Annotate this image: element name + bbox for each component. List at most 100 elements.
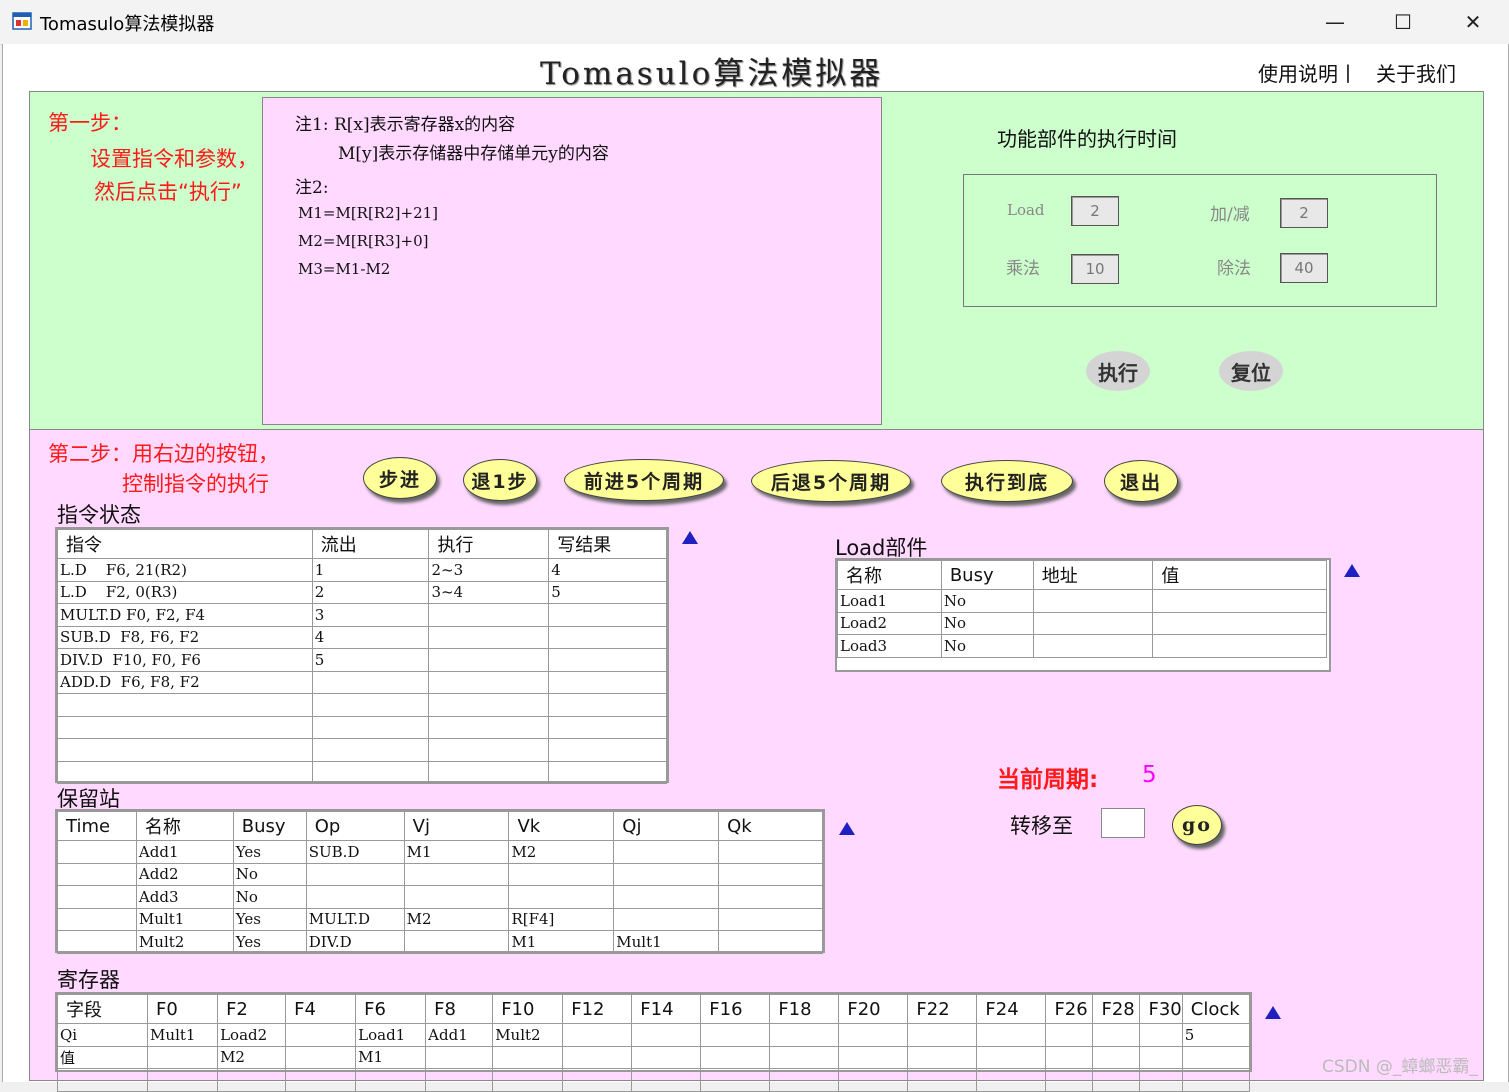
table-cell[interactable] xyxy=(548,648,667,672)
table-cell[interactable] xyxy=(1092,1068,1141,1092)
table-cell[interactable] xyxy=(631,1068,702,1092)
table-cell[interactable]: 4 xyxy=(311,625,430,649)
table-cell[interactable] xyxy=(311,715,430,739)
load-unit-grid[interactable]: 名称 Busy 地址值 Load1 No Load2 No Load3 No xyxy=(835,558,1331,672)
table-cell[interactable] xyxy=(217,1068,287,1092)
register-row[interactable] xyxy=(56,1068,1251,1092)
table-cell[interactable] xyxy=(305,862,405,886)
table-cell[interactable]: MULT.D F0, F2, F4 xyxy=(57,603,313,627)
column-header[interactable]: F28 xyxy=(1092,994,1141,1024)
column-header[interactable]: 名称 xyxy=(135,811,234,841)
reset-button[interactable]: 复位 xyxy=(1219,351,1283,391)
table-cell[interactable] xyxy=(428,693,550,717)
table-cell[interactable] xyxy=(285,1023,357,1047)
table-cell[interactable] xyxy=(718,862,823,886)
table-cell[interactable] xyxy=(613,885,720,909)
table-cell[interactable] xyxy=(508,885,615,909)
table-cell[interactable] xyxy=(1045,1045,1094,1069)
table-cell[interactable] xyxy=(1152,589,1327,613)
table-cell[interactable]: L.D F2, 0(R3) xyxy=(57,580,313,604)
table-cell[interactable] xyxy=(548,738,667,762)
div-time-input[interactable]: 40 xyxy=(1280,253,1328,283)
instruction-row[interactable]: SUB.D F8, F6, F2 4 xyxy=(57,625,667,649)
load-time-input[interactable]: 2 xyxy=(1071,196,1119,226)
column-header[interactable]: Qj xyxy=(613,811,720,841)
reservation-stations-grid[interactable]: Time 名称 Busy Op Vj Vk Qj Qk Add1 Yes SUB.D M1 M2 Add… xyxy=(55,809,825,954)
table-cell[interactable] xyxy=(425,1068,494,1092)
maximize-button[interactable]: ☐ xyxy=(1370,0,1436,44)
column-header[interactable]: F22 xyxy=(907,994,978,1024)
column-header[interactable]: F12 xyxy=(562,994,633,1024)
table-cell[interactable]: 值 xyxy=(56,1045,149,1069)
table-cell[interactable] xyxy=(838,1068,909,1092)
table-cell[interactable] xyxy=(57,738,313,762)
column-header[interactable]: 地址 xyxy=(1032,560,1154,590)
table-cell[interactable] xyxy=(718,907,823,931)
table-cell[interactable] xyxy=(1152,634,1327,658)
column-header[interactable]: 流出 xyxy=(311,529,430,559)
table-cell[interactable] xyxy=(548,670,667,694)
load-unit-row[interactable]: Load2 No xyxy=(837,611,1327,635)
register-row[interactable]: 值 M2 M1 xyxy=(56,1045,1251,1069)
run-to-end-button[interactable]: 执行到底 xyxy=(941,460,1073,502)
table-cell[interactable]: 3~4 xyxy=(428,580,550,604)
reservation-station-row[interactable]: Add2 No xyxy=(57,862,823,886)
table-cell[interactable]: DIV.D F10, F0, F6 xyxy=(57,648,313,672)
table-cell[interactable] xyxy=(147,1068,219,1092)
reservation-station-row[interactable]: Add3 No xyxy=(57,885,823,909)
table-cell[interactable]: M2 xyxy=(508,840,615,864)
back-1-step-button[interactable]: 退1步 xyxy=(463,459,537,501)
addsub-time-input[interactable]: 2 xyxy=(1280,198,1328,228)
table-cell[interactable] xyxy=(285,1068,357,1092)
table-cell[interactable] xyxy=(976,1023,1047,1047)
table-cell[interactable] xyxy=(311,693,430,717)
table-cell[interactable] xyxy=(428,603,550,627)
table-cell[interactable] xyxy=(305,885,405,909)
column-header[interactable]: Vk xyxy=(508,811,615,841)
table-cell[interactable] xyxy=(718,930,823,954)
table-cell[interactable] xyxy=(428,670,550,694)
table-cell[interactable] xyxy=(428,648,550,672)
table-cell[interactable] xyxy=(838,1045,909,1069)
load-unit-row[interactable]: Load1 No xyxy=(837,589,1327,613)
table-cell[interactable] xyxy=(57,840,137,864)
table-cell[interactable] xyxy=(147,1045,219,1069)
table-cell[interactable] xyxy=(57,693,313,717)
table-cell[interactable] xyxy=(1139,1068,1183,1092)
column-header[interactable]: F4 xyxy=(285,994,357,1024)
table-cell[interactable] xyxy=(57,760,313,784)
scroll-up-triangle-icon[interactable] xyxy=(1265,1006,1281,1019)
column-header[interactable]: 值 xyxy=(1152,560,1327,590)
table-cell[interactable]: No xyxy=(940,611,1034,635)
table-cell[interactable]: Add3 xyxy=(135,885,234,909)
table-cell[interactable]: SUB.D F8, F6, F2 xyxy=(57,625,313,649)
mul-time-input[interactable]: 10 xyxy=(1071,254,1119,284)
table-cell[interactable] xyxy=(1181,1068,1251,1092)
load-unit-row[interactable]: Load3 No xyxy=(837,634,1327,658)
table-cell[interactable] xyxy=(562,1068,633,1092)
scroll-up-triangle-icon[interactable] xyxy=(682,531,698,544)
column-header[interactable]: Op xyxy=(305,811,405,841)
instruction-row[interactable] xyxy=(57,738,667,762)
exit-button[interactable]: 退出 xyxy=(1104,460,1178,502)
step-button[interactable]: 步进 xyxy=(363,457,437,499)
column-header[interactable]: F26 xyxy=(1045,994,1094,1024)
column-header[interactable]: F20 xyxy=(838,994,909,1024)
table-cell[interactable] xyxy=(907,1045,978,1069)
table-cell[interactable] xyxy=(1032,634,1154,658)
table-cell[interactable]: 5 xyxy=(311,648,430,672)
table-cell[interactable] xyxy=(613,840,720,864)
table-cell[interactable] xyxy=(57,907,137,931)
table-cell[interactable] xyxy=(1032,611,1154,635)
minimize-button[interactable]: — xyxy=(1302,0,1368,44)
column-header[interactable]: Qk xyxy=(718,811,823,841)
table-cell[interactable] xyxy=(403,930,510,954)
table-cell[interactable] xyxy=(428,625,550,649)
table-cell[interactable] xyxy=(548,603,667,627)
table-cell[interactable]: M2 xyxy=(403,907,510,931)
column-header[interactable]: 指令 xyxy=(57,529,313,559)
table-cell[interactable] xyxy=(718,840,823,864)
table-cell[interactable] xyxy=(769,1023,840,1047)
table-cell[interactable]: Yes xyxy=(232,840,307,864)
table-cell[interactable] xyxy=(700,1068,771,1092)
